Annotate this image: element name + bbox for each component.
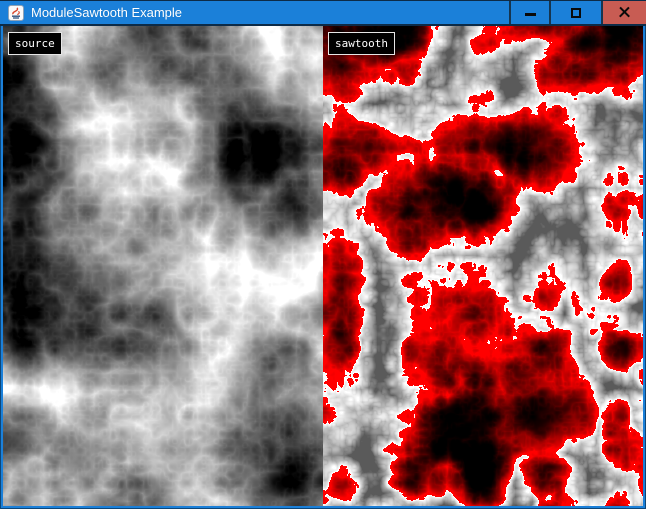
source-panel: source [3,26,323,506]
maximize-icon [571,8,581,18]
source-label: source [8,32,62,55]
render-area: source sawtooth [3,26,643,506]
close-icon [618,6,631,19]
window-controls [509,1,646,24]
minimize-icon [525,13,536,16]
sawtooth-label: sawtooth [328,32,395,55]
sawtooth-panel: sawtooth [323,26,643,506]
app-window: ModuleSawtooth Example source sawtooth [0,0,646,509]
maximize-button[interactable] [549,1,601,24]
window-title: ModuleSawtooth Example [31,1,509,24]
source-noise-image [3,26,323,506]
titlebar[interactable]: ModuleSawtooth Example [0,0,646,26]
java-app-icon [8,5,24,21]
close-button[interactable] [601,1,646,24]
minimize-button[interactable] [509,1,549,24]
sawtooth-noise-image [323,26,643,506]
